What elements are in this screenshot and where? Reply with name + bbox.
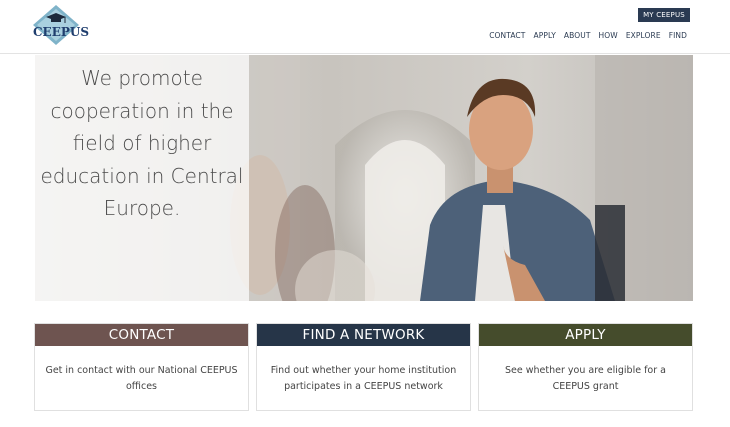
nav-how[interactable]: HOW xyxy=(599,31,618,40)
logo-wordmark[interactable]: CEEPUS xyxy=(33,25,89,39)
card-apply-title[interactable]: APPLY xyxy=(479,324,692,346)
hero-headline: We promote cooperation in the field of h… xyxy=(40,66,244,220)
my-ceepus-button[interactable]: MY CEEPUS xyxy=(638,8,690,22)
card-apply-text: See whether you are eligible for a CEEPU… xyxy=(505,365,666,392)
card-find-network-title[interactable]: FIND A NETWORK xyxy=(257,324,470,346)
card-find-network-text: Find out whether your home institution p… xyxy=(270,365,457,392)
card-contact[interactable]: CONTACT Get in contact with our National… xyxy=(34,323,249,411)
card-contact-text: Get in contact with our National CEEPUS … xyxy=(45,365,238,392)
main-nav: CONTACT APPLY ABOUT HOW EXPLORE FIND xyxy=(489,31,687,40)
card-contact-title[interactable]: CONTACT xyxy=(35,324,248,346)
hero-banner: We promote cooperation in the field of h… xyxy=(35,55,693,301)
nav-about[interactable]: ABOUT xyxy=(564,31,591,40)
nav-contact[interactable]: CONTACT xyxy=(489,31,525,40)
nav-apply[interactable]: APPLY xyxy=(533,31,555,40)
site-header: CEEPUS MY CEEPUS CONTACT APPLY ABOUT HOW… xyxy=(0,0,730,54)
card-find-network[interactable]: FIND A NETWORK Find out whether your hom… xyxy=(256,323,471,411)
nav-find[interactable]: FIND xyxy=(669,31,687,40)
card-apply[interactable]: APPLY See whether you are eligible for a… xyxy=(478,323,693,411)
nav-explore[interactable]: EXPLORE xyxy=(626,31,661,40)
